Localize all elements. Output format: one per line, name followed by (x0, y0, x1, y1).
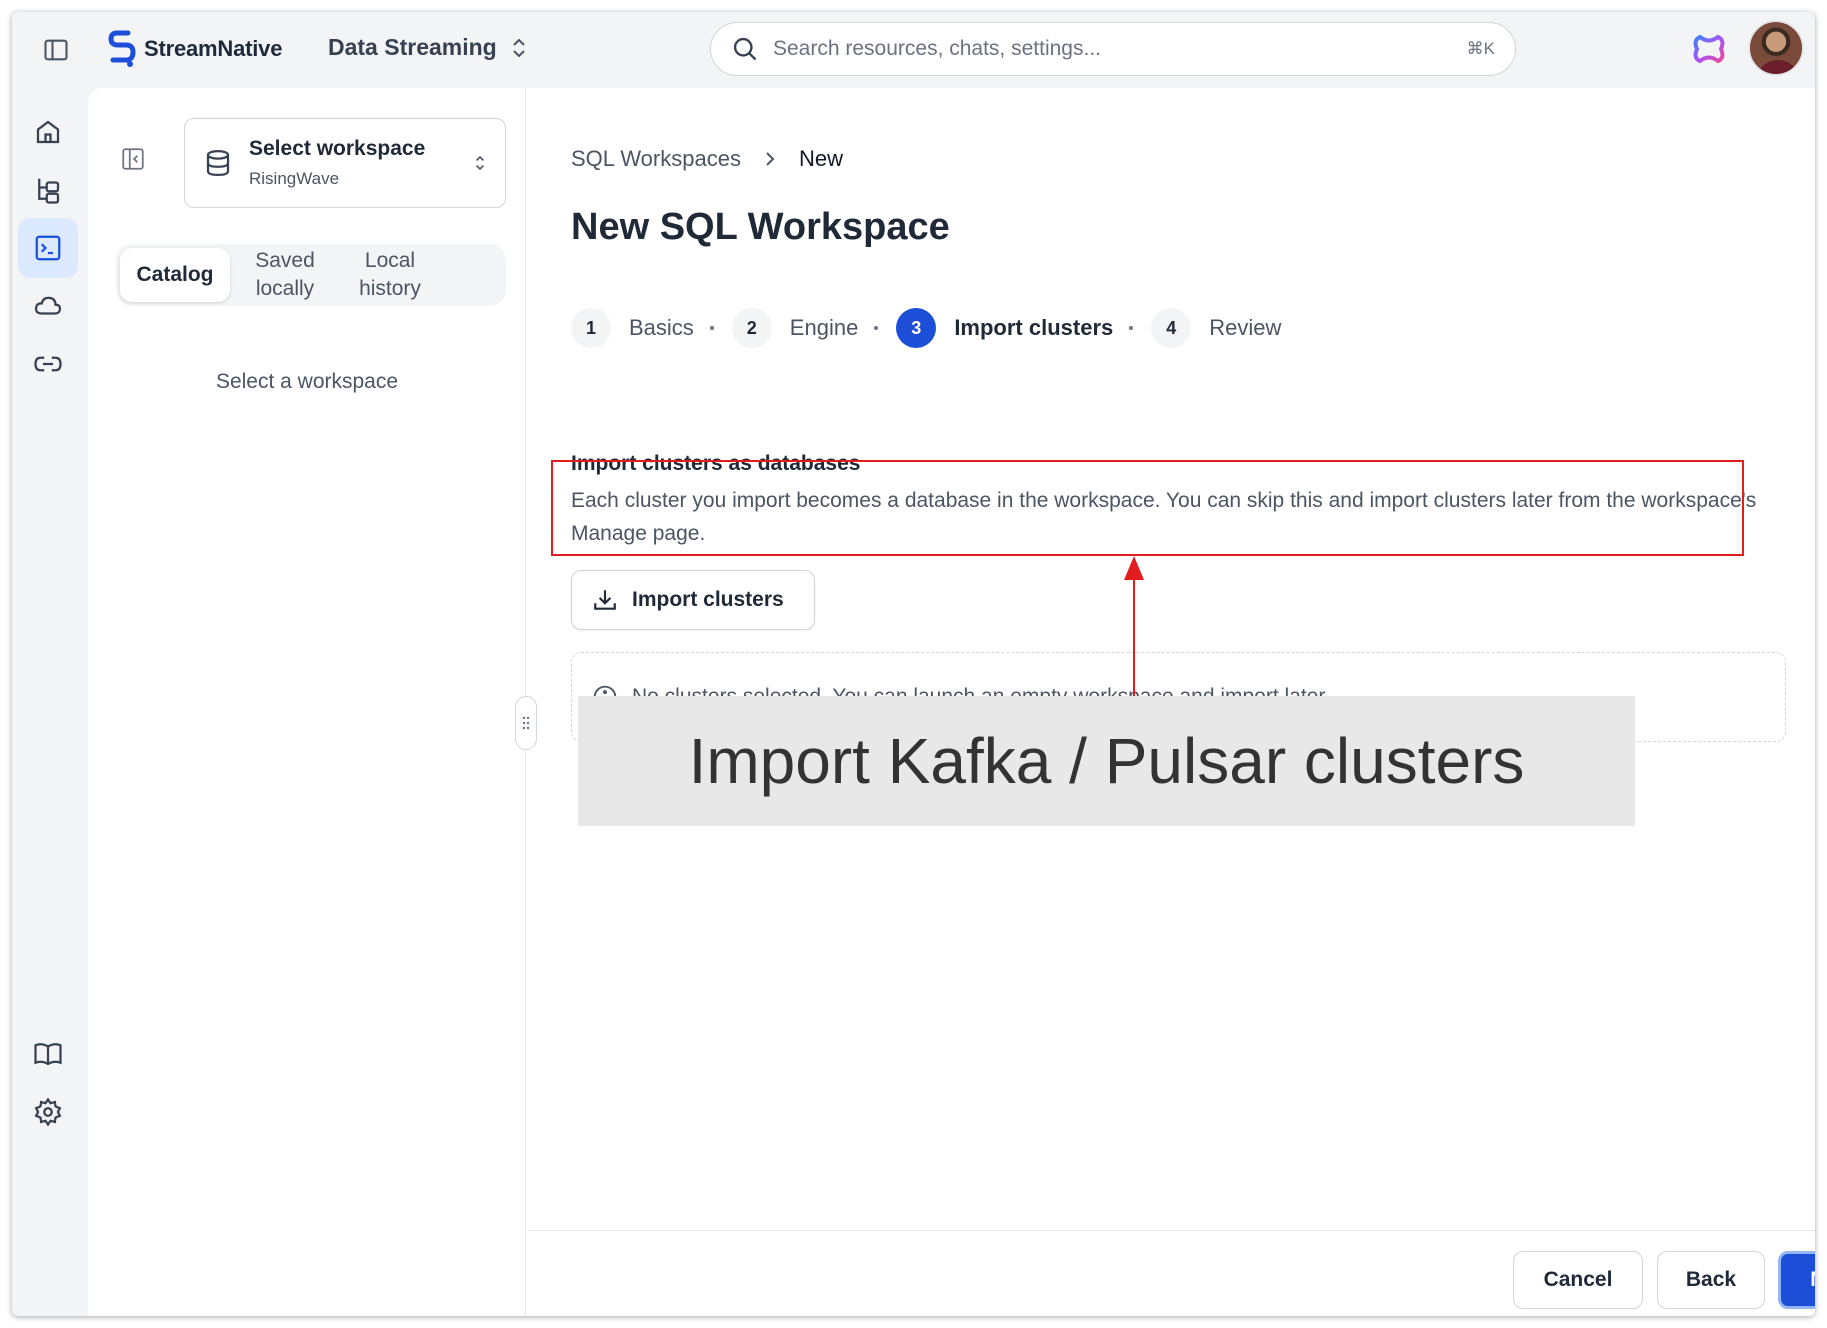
terminal-icon (35, 235, 61, 261)
gear-icon (34, 1097, 62, 1127)
download-icon (594, 590, 616, 610)
org-switcher[interactable]: Data Streaming (328, 34, 527, 61)
page-title: New SQL Workspace (571, 206, 950, 248)
step-review[interactable]: 4 Review (1151, 308, 1281, 348)
rail-item-home[interactable] (18, 102, 78, 162)
breadcrumb-current: New (798, 146, 843, 171)
streamnative-logo-icon (108, 30, 136, 67)
nav-rail (12, 88, 88, 1316)
ai-assistant-icon[interactable] (1692, 32, 1726, 66)
step-basics[interactable]: 1 Basics (571, 308, 732, 348)
step-separator (1129, 326, 1134, 330)
tab-local-history[interactable]: Local history (340, 248, 440, 302)
workspace-sidebar: Select workspace RisingWave Catalog Save… (88, 88, 526, 1316)
workspace-select[interactable]: Select workspace RisingWave (184, 118, 506, 208)
cloud-icon (34, 296, 62, 315)
search-shortcut: ⌘K (1466, 39, 1495, 58)
search-input[interactable] (773, 37, 1467, 61)
wizard-footer: Cancel Back Next (528, 1230, 1815, 1316)
step-number: 2 (731, 308, 772, 348)
rail-item-resources[interactable] (18, 160, 78, 220)
user-avatar[interactable] (1748, 20, 1804, 76)
rail-item-docs[interactable] (18, 1024, 78, 1084)
home-icon (36, 120, 60, 144)
annotation-label: Import Kafka / Pulsar clusters (578, 696, 1635, 826)
link-icon (34, 356, 62, 372)
step-label: Review (1209, 315, 1282, 340)
next-button[interactable]: Next (1778, 1251, 1815, 1309)
step-number: 3 (896, 308, 937, 348)
workspace-select-title: Select workspace (249, 137, 426, 160)
step-label: Engine (789, 315, 859, 340)
database-icon (206, 150, 230, 177)
cancel-button[interactable]: Cancel (1513, 1251, 1643, 1309)
global-search[interactable]: ⌘K (710, 22, 1516, 76)
rail-item-sql-workspaces[interactable] (18, 218, 78, 278)
breadcrumb: SQL Workspaces New (571, 146, 843, 172)
import-clusters-label: Import clusters (632, 588, 784, 611)
tab-catalog[interactable]: Catalog (120, 248, 230, 302)
chevron-up-down-icon (513, 38, 525, 57)
sidebar-toggle-icon[interactable] (42, 36, 70, 64)
wizard-steps: 1 Basics 2 Engine 3 Import clusters 4 Re… (571, 308, 1281, 348)
tab-saved-locally[interactable]: Saved locally (230, 248, 340, 302)
step-label: Basics (629, 315, 694, 340)
chevron-right-icon (766, 152, 775, 166)
workspace-select-subtitle: RisingWave (249, 169, 340, 188)
rail-item-connections[interactable] (18, 334, 78, 394)
search-icon (733, 37, 757, 61)
step-separator (874, 326, 879, 330)
step-label: Import clusters (954, 315, 1114, 340)
book-icon (34, 1043, 62, 1066)
rail-item-settings[interactable] (18, 1082, 78, 1142)
sidebar-tabs: Catalog Saved locally Local history (116, 244, 506, 306)
annotation-highlight-box (551, 460, 1744, 556)
step-engine[interactable]: 2 Engine (731, 308, 897, 348)
step-number: 4 (1151, 308, 1192, 348)
collapse-sidebar-icon[interactable] (120, 146, 146, 172)
step-number: 1 (571, 308, 611, 348)
breadcrumb-parent[interactable]: SQL Workspaces (571, 146, 741, 172)
org-name: Data Streaming (328, 34, 497, 60)
annotation-arrow-line (1133, 572, 1135, 698)
import-clusters-button[interactable]: Import clusters (571, 570, 815, 630)
step-separator (709, 326, 714, 330)
tree-icon (38, 178, 60, 204)
app-window: StreamNative Data Streaming ⌘K (12, 12, 1815, 1316)
sidebar-empty-text: Select a workspace (215, 370, 399, 393)
top-bar: StreamNative Data Streaming ⌘K (12, 12, 1815, 88)
chevron-up-down-icon (476, 155, 484, 171)
back-button[interactable]: Back (1657, 1251, 1765, 1309)
rail-item-cloud[interactable] (18, 276, 78, 336)
brand-name: StreamNative (144, 36, 283, 61)
step-import-clusters[interactable]: 3 Import clusters (896, 308, 1151, 348)
brand-logo[interactable]: StreamNative (108, 30, 282, 68)
